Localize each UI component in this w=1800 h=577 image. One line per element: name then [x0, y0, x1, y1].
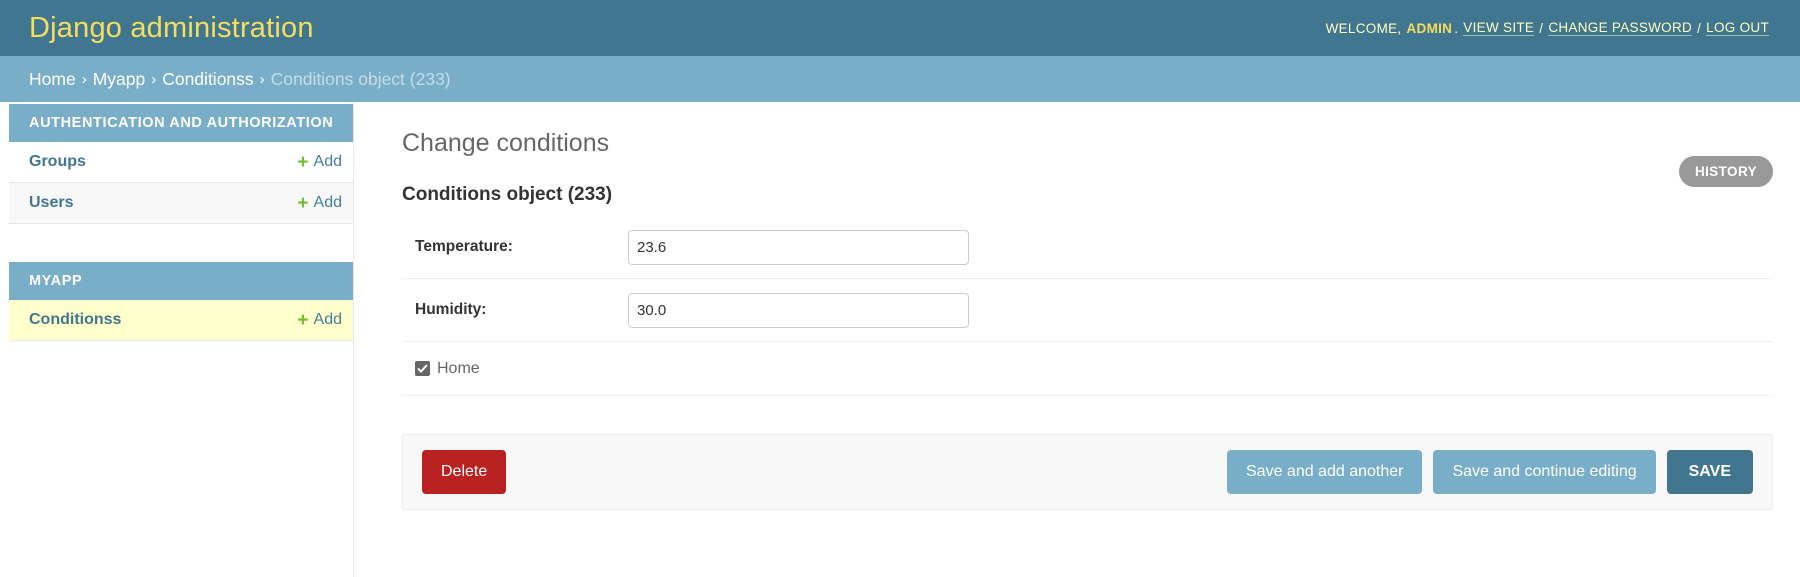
username: ADMIN — [1406, 20, 1453, 36]
groups-link[interactable]: Groups — [29, 153, 86, 171]
site-brand[interactable]: Django administration — [29, 12, 314, 45]
breadcrumb-current: Conditions object (233) — [270, 68, 451, 89]
header: Django administration WELCOME, ADMIN. VI… — [0, 0, 1800, 56]
module-caption-myapp[interactable]: Myapp — [9, 262, 353, 300]
breadcrumb-conditionss[interactable]: Conditionss — [162, 69, 253, 90]
form-row-temperature: Temperature: — [402, 216, 1773, 279]
save-button[interactable]: SAVE — [1666, 450, 1753, 494]
humidity-label: Humidity: — [415, 301, 487, 318]
object-title: Conditions object (233) — [402, 184, 613, 205]
form-row-home: Home — [402, 342, 1773, 396]
add-label: Add — [313, 194, 342, 211]
save-buttons: Save and add another Save and continue e… — [1216, 450, 1753, 494]
sidebar-item-users: Users + Add — [9, 183, 353, 224]
plus-icon: + — [297, 309, 309, 331]
humidity-field[interactable] — [628, 292, 969, 328]
sidebar-item-conditionss: Conditionss + Add — [9, 300, 353, 341]
content: Change conditions HISTORY Conditions obj… — [354, 102, 1800, 577]
history-button[interactable]: HISTORY — [1678, 156, 1773, 187]
checkmark-icon — [417, 364, 428, 373]
conditionss-add-link[interactable]: + Add — [297, 311, 342, 330]
welcome-text: WELCOME, — [1325, 20, 1402, 36]
add-label: Add — [313, 311, 342, 328]
logout-link[interactable]: LOG OUT — [1706, 20, 1769, 36]
conditionss-link[interactable]: Conditionss — [29, 311, 121, 329]
breadcrumb-myapp[interactable]: Myapp — [93, 69, 146, 90]
module-auth: Authentication and Authorization Groups … — [9, 104, 353, 224]
delete-button[interactable]: Delete — [422, 450, 507, 494]
module-myapp: Myapp Conditionss + Add — [9, 262, 353, 341]
save-and-continue-button[interactable]: Save and continue editing — [1433, 450, 1656, 494]
view-site-link[interactable]: VIEW SITE — [1463, 20, 1535, 36]
module-caption-auth[interactable]: Authentication and Authorization — [9, 104, 353, 142]
breadcrumb-home[interactable]: Home — [29, 69, 76, 90]
page-title: Change conditions — [402, 129, 610, 157]
sidebar-item-groups: Groups + Add — [9, 142, 353, 183]
sidebar: Authentication and Authorization Groups … — [0, 102, 354, 577]
form-row-humidity: Humidity: — [402, 279, 1773, 342]
home-label: Home — [437, 359, 480, 377]
temperature-field[interactable] — [628, 229, 969, 265]
add-label: Add — [313, 153, 342, 170]
groups-add-link[interactable]: + Add — [297, 153, 342, 172]
temperature-label: Temperature: — [415, 238, 513, 255]
plus-icon: + — [297, 192, 309, 214]
user-tools: WELCOME, ADMIN. VIEW SITE / CHANGE PASSW… — [1325, 20, 1769, 36]
submit-row: Delete Save and add another Save and con… — [402, 434, 1773, 510]
home-checkbox[interactable] — [415, 361, 430, 376]
users-add-link[interactable]: + Add — [297, 194, 342, 213]
breadcrumb-separator: › — [151, 70, 157, 88]
plus-icon: + — [297, 151, 309, 173]
breadcrumb: Home › Myapp › Conditionss › Conditions … — [0, 56, 1800, 102]
users-link[interactable]: Users — [29, 194, 73, 212]
breadcrumb-separator: › — [81, 70, 87, 88]
save-and-add-another-button[interactable]: Save and add another — [1227, 450, 1423, 494]
change-password-link[interactable]: CHANGE PASSWORD — [1548, 20, 1693, 36]
breadcrumb-separator: › — [259, 70, 265, 88]
fieldset: Temperature: Humidity: Home — [402, 216, 1773, 396]
